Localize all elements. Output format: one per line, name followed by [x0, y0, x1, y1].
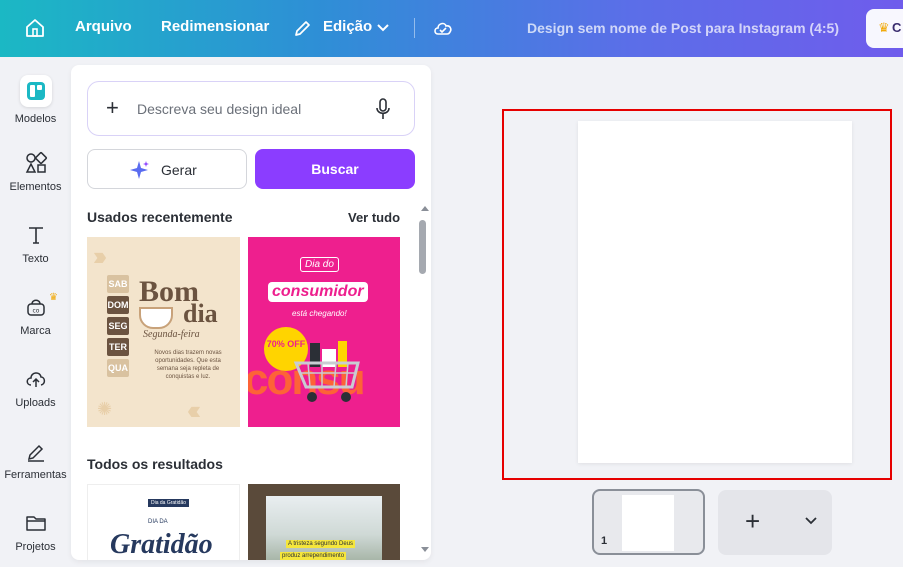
page-thumbnail[interactable]: 1	[592, 489, 705, 555]
scrollbar-thumb[interactable]	[419, 220, 426, 274]
rail-item-elements[interactable]: Elementos	[0, 151, 71, 193]
rail-label: Modelos	[14, 113, 57, 125]
cloud-saved-icon[interactable]	[432, 17, 454, 39]
brand-icon: co	[26, 299, 45, 316]
template-thumbnail-tristeza[interactable]: A tristeza segundo Deus produz arrependi…	[248, 484, 400, 560]
pro-label: C	[892, 20, 902, 35]
edit-menu[interactable]: Edição	[323, 18, 372, 35]
document-title[interactable]: Design sem nome de Post para Instagram (…	[527, 20, 839, 36]
add-page-button[interactable]: +	[718, 490, 832, 555]
coffee-cup-icon	[139, 307, 173, 329]
rail-label: Projetos	[15, 541, 56, 553]
chevron-decoration: ‹‹‹	[187, 395, 201, 425]
scroll-down-arrow[interactable]	[421, 547, 429, 552]
weekday: QUA	[107, 359, 129, 377]
rail-label: Marca	[20, 325, 51, 337]
pencil-icon[interactable]	[293, 18, 313, 38]
pro-button[interactable]: ♛ C	[866, 9, 903, 48]
weekday-list: SAB DOM SEG TER QUA	[107, 275, 129, 380]
search-button[interactable]: Buscar	[255, 149, 415, 189]
chevron-down-icon[interactable]	[805, 515, 817, 527]
templates-icon	[19, 75, 52, 107]
tools-icon	[27, 444, 44, 462]
rail-item-uploads[interactable]: Uploads	[0, 367, 71, 409]
recent-section-title: Usados recentemente	[87, 209, 233, 225]
weekday: SAB	[107, 275, 129, 293]
templates-panel: + Descreva seu design ideal Gerar Buscar…	[71, 65, 431, 560]
template-thumbnail-bom-dia[interactable]: ››› ‹‹‹ SAB DOM SEG TER QUA Bom dia Segu…	[87, 237, 240, 427]
chevron-decoration: ›››	[93, 241, 107, 271]
template-subtitle: Segunda-feira	[143, 329, 200, 340]
rail-item-tools[interactable]: Ferramentas	[0, 439, 71, 481]
template-subtitle: está chegando!	[292, 309, 347, 318]
generate-label: Gerar	[161, 162, 197, 178]
design-search-input[interactable]: + Descreva seu design ideal	[87, 81, 415, 136]
rail-label: Ferramentas	[4, 469, 67, 481]
sparkle-icon	[130, 161, 149, 179]
sun-decoration-icon: ✺	[97, 399, 113, 419]
template-quote: produz arrependimento	[280, 552, 347, 560]
template-thumbnail-gratidao[interactable]: Dia da Gratidão DIA DA Gratidão	[87, 484, 240, 560]
see-all-link[interactable]: Ver tudo	[348, 210, 400, 225]
weekday: SEG	[107, 317, 129, 335]
resize-menu[interactable]: Redimensionar	[161, 18, 269, 35]
page-number: 1	[601, 535, 608, 547]
design-canvas-page[interactable]	[578, 121, 852, 463]
elements-icon	[25, 152, 47, 173]
microphone-icon[interactable]	[374, 98, 392, 120]
template-heading: consumidor	[268, 282, 368, 302]
template-quote: A tristeza segundo Deus	[286, 540, 356, 548]
template-heading: dia	[183, 299, 218, 328]
template-subtitle: DIA DA	[148, 519, 168, 525]
template-tag: Dia do	[300, 257, 339, 272]
weekday: TER	[107, 338, 129, 356]
page-thumbnail-preview	[622, 495, 674, 551]
shopping-cart-icon	[293, 341, 360, 402]
home-icon[interactable]	[24, 17, 46, 39]
rail-item-brand[interactable]: ♛ co Marca	[0, 292, 71, 337]
svg-text:co: co	[32, 308, 39, 315]
file-menu[interactable]: Arquivo	[75, 18, 132, 35]
rail-label: Elementos	[9, 181, 62, 193]
rail-item-templates[interactable]: Modelos	[0, 75, 71, 125]
chevron-down-icon[interactable]	[376, 22, 390, 34]
all-results-title: Todos os resultados	[87, 456, 223, 472]
text-icon	[28, 227, 43, 244]
template-heading: Gratidão	[110, 529, 213, 560]
plus-icon[interactable]: +	[745, 508, 760, 534]
upload-icon	[26, 372, 45, 387]
plus-icon[interactable]: +	[106, 97, 119, 119]
crown-icon: ♛	[878, 20, 890, 35]
template-thumbnail-consumidor[interactable]: consu Dia do consumidor está chegando! 7…	[248, 237, 400, 427]
search-placeholder: Descreva seu design ideal	[137, 101, 302, 117]
rail-label: Texto	[22, 253, 49, 265]
weekday: DOM	[107, 296, 129, 314]
template-body: Novos dias trazem novas oportunidades. Q…	[154, 350, 222, 380]
rail-label: Uploads	[15, 397, 56, 409]
rail-item-projects[interactable]: Projetos	[0, 511, 71, 553]
crown-icon: ♛	[49, 292, 58, 303]
generate-button[interactable]: Gerar	[87, 149, 247, 189]
template-tag: Dia da Gratidão	[148, 499, 190, 507]
folder-icon	[25, 516, 46, 531]
top-bar: Arquivo Redimensionar Edição Design sem …	[0, 0, 903, 57]
divider	[414, 18, 415, 38]
left-rail: Modelos Elementos Texto ♛ co Marca Uploa…	[0, 57, 71, 567]
window-landscape-image	[266, 496, 382, 560]
rail-item-text[interactable]: Texto	[0, 223, 71, 265]
scroll-up-arrow[interactable]	[421, 206, 429, 211]
